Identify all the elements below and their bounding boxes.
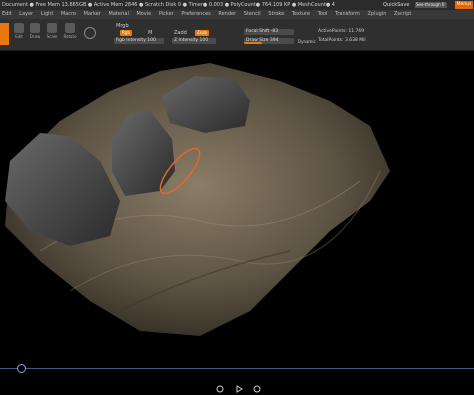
zsub-toggle[interactable]: Zsub	[195, 30, 209, 36]
menu-movie[interactable]: Movie	[136, 10, 151, 19]
menu-material[interactable]: Material	[109, 10, 129, 19]
active-tool-indicator[interactable]	[0, 23, 9, 45]
title-bar: Document ● Free Mem 13.865GB ● Active Me…	[0, 0, 474, 10]
menu-tool[interactable]: Tool	[318, 10, 328, 19]
active-points: ActivePoints: 11.769	[318, 29, 365, 34]
dynamic-toggle[interactable]: Dynamic	[298, 39, 316, 44]
menu-bar: Edit Layer Light Macro Marker Material M…	[0, 10, 474, 19]
menu-stencil[interactable]: Stencil	[244, 10, 261, 19]
draw-tool[interactable]: Draw	[28, 22, 42, 46]
scale-tool-label: Scale	[46, 34, 58, 39]
viewport-canvas[interactable]	[0, 51, 474, 381]
menu-preferences[interactable]: Preferences	[181, 10, 210, 19]
sculpt-render	[5, 63, 390, 336]
scale-icon	[47, 23, 57, 33]
menu-zscript[interactable]: Zscript	[394, 10, 411, 19]
quicksave-button[interactable]: QuickSave	[383, 0, 409, 10]
see-through-slider[interactable]: See-through 0	[415, 2, 447, 8]
rgb-toggle[interactable]: Rgb	[120, 30, 132, 36]
edit-tool-label: Edit	[15, 34, 23, 39]
edit-tool[interactable]: Edit	[12, 22, 26, 46]
focal-shift-slider[interactable]: Focal Shift -83	[244, 29, 294, 35]
edit-icon	[14, 23, 24, 33]
draw-icon	[30, 23, 40, 33]
menu-picker[interactable]: Picker	[159, 10, 174, 19]
menu-macro[interactable]: Macro	[61, 10, 76, 19]
z-intensity-label: Z Intensity 100	[174, 38, 209, 43]
toolbar: Edit Draw Scale Rotate Mrgb Rgb M Rgb In…	[0, 19, 474, 51]
rgb-intensity-label: Rgb Intensity 100	[116, 38, 156, 43]
menu-light[interactable]: Light	[41, 10, 53, 19]
menu-layer[interactable]: Layer	[19, 10, 33, 19]
menu-stroke[interactable]: Stroke	[268, 10, 284, 19]
draw-tool-label: Draw	[29, 34, 41, 39]
menu-transform[interactable]: Transform	[335, 10, 360, 19]
total-points: TotalPoints: 3.638 Mil	[318, 38, 366, 43]
z-intensity-slider[interactable]: Z Intensity 100	[172, 38, 216, 44]
rotate-tool-label: Rotate	[63, 34, 77, 39]
menu-zplugin[interactable]: Zplugin	[368, 10, 387, 19]
rotate-tool[interactable]: Rotate	[63, 22, 77, 46]
zadd-toggle[interactable]: Zadd	[174, 30, 187, 36]
menus-button[interactable]: Menus	[455, 1, 473, 9]
focal-shift-label: Focal Shift -83	[246, 29, 279, 34]
history-forward-icon[interactable]	[253, 385, 261, 393]
mrgb-toggle[interactable]: Mrgb	[116, 23, 129, 29]
timeline-knob[interactable]	[17, 364, 26, 373]
menu-marker[interactable]: Marker	[84, 10, 101, 19]
menu-render[interactable]: Render	[218, 10, 236, 19]
brush-alpha-icon[interactable]	[84, 27, 96, 39]
play-icon[interactable]	[235, 385, 243, 393]
scale-tool[interactable]: Scale	[45, 22, 59, 46]
status-info: Document ● Free Mem 13.865GB ● Active Me…	[2, 2, 335, 8]
history-back-icon[interactable]	[216, 385, 224, 393]
menu-texture[interactable]: Texture	[292, 10, 310, 19]
menu-edit[interactable]: Edit	[2, 10, 12, 19]
draw-size-label: Draw Size 394	[246, 38, 279, 43]
m-toggle[interactable]: M	[148, 30, 152, 36]
timeline-track[interactable]	[0, 368, 474, 369]
rotate-icon	[65, 23, 75, 33]
rgb-intensity-slider[interactable]: Rgb Intensity 100	[114, 38, 164, 44]
draw-size-slider[interactable]: Draw Size 394	[244, 38, 294, 44]
